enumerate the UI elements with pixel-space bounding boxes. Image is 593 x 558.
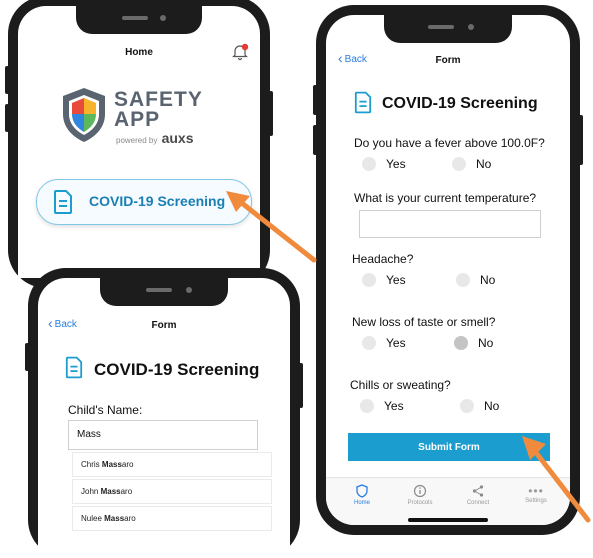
notch [384,15,512,43]
suggestion-first: Nulee [81,514,102,523]
question-taste-smell: New loss of taste or smell? [352,315,496,329]
page-title: Form [151,320,177,331]
suggestion-match: Mass [104,514,125,523]
notch [100,278,228,306]
chills-yes-option[interactable]: Yes [360,399,404,413]
side-button [5,66,9,94]
option-label: Yes [386,157,406,171]
form-heading: COVID-19 Screening [94,360,260,379]
taste-yes-option[interactable]: Yes [362,336,406,350]
radio-button[interactable] [452,157,466,171]
bell-icon[interactable] [230,42,250,62]
arrow-icon [522,436,591,523]
question-chills: Chills or sweating? [350,378,451,392]
radio-button[interactable] [362,336,376,350]
safety-app-logo [63,88,105,142]
power-button [269,91,273,136]
tab-label: Protocols [407,500,433,506]
suggestion-match: Mass [100,487,121,496]
radio-button[interactable] [362,273,376,287]
tab-label: Home [353,500,370,506]
arrow-icon [226,191,317,263]
logo-powered-by: powered by auxs [116,130,194,146]
option-label: No [484,399,500,413]
side-button [313,125,317,155]
headache-yes-option[interactable]: Yes [362,273,406,287]
suggestion-rest: aro [120,487,133,496]
suggestion-rest: aro [121,460,134,469]
document-icon [354,91,372,114]
child-form-phone: ‹ Back Form COVID-19 Screening Child's Na… [25,268,303,558]
suggestion-first: John [81,487,99,496]
powered-by-text: powered by [116,136,158,145]
logo-text-app: APP [114,108,161,131]
tab-protocols[interactable]: Protocols [398,484,442,506]
child-name-value: Mass [77,429,101,440]
option-label: Yes [384,399,404,413]
suggestion-rest: aro [124,514,136,523]
option-label: Yes [386,336,406,350]
form-heading: COVID-19 Screening [382,95,538,112]
suggestion-item[interactable]: Nulee Mass aro [72,506,272,531]
option-label: No [480,273,496,287]
option-label: Yes [386,273,406,287]
option-label: No [478,336,494,350]
child-form-screen: ‹ Back Form COVID-19 Screening Child's Na… [38,278,290,558]
document-icon [54,190,72,214]
side-button [25,343,29,371]
question-temperature: What is your current temperature? [354,191,537,205]
page-title: Home [125,47,153,58]
side-button [5,104,9,132]
tab-label: Connect [466,500,490,506]
radio-button[interactable] [362,157,376,171]
power-button [299,363,303,408]
suggestion-item[interactable]: John Mass aro [72,479,272,504]
taste-no-option[interactable]: No [454,336,493,350]
brand-text: auxs [161,130,194,146]
tab-connect[interactable]: Connect [456,484,500,506]
child-name-label: Child's Name: [68,403,143,417]
suggestion-first: Chris [81,460,100,469]
radio-button[interactable] [360,399,374,413]
suggestion-match: Mass [101,460,122,469]
chills-no-option[interactable]: No [460,399,499,413]
tab-home[interactable]: Home [340,484,384,506]
headache-no-option[interactable]: No [456,273,495,287]
temperature-input[interactable] [359,210,541,238]
screening-button-label: COVID-19 Screening [89,193,226,209]
radio-button[interactable] [454,336,468,350]
option-label: No [476,157,492,171]
power-button [579,115,583,165]
notch [76,6,202,34]
fever-yes-option[interactable]: Yes [362,157,406,171]
document-icon [65,356,83,379]
page-title: Form [435,55,461,66]
info-icon [413,484,427,498]
radio-button[interactable] [456,273,470,287]
shield-icon [356,484,368,498]
side-button [313,85,317,115]
home-indicator [408,518,488,522]
share-icon [472,485,484,497]
question-headache: Headache? [352,252,414,266]
child-name-input[interactable]: Mass [68,420,258,450]
question-fever: Do you have a fever above 100.0F? [354,136,545,150]
suggestion-item[interactable]: Chris Mass aro [72,452,272,477]
radio-button[interactable] [460,399,474,413]
fever-no-option[interactable]: No [452,157,491,171]
